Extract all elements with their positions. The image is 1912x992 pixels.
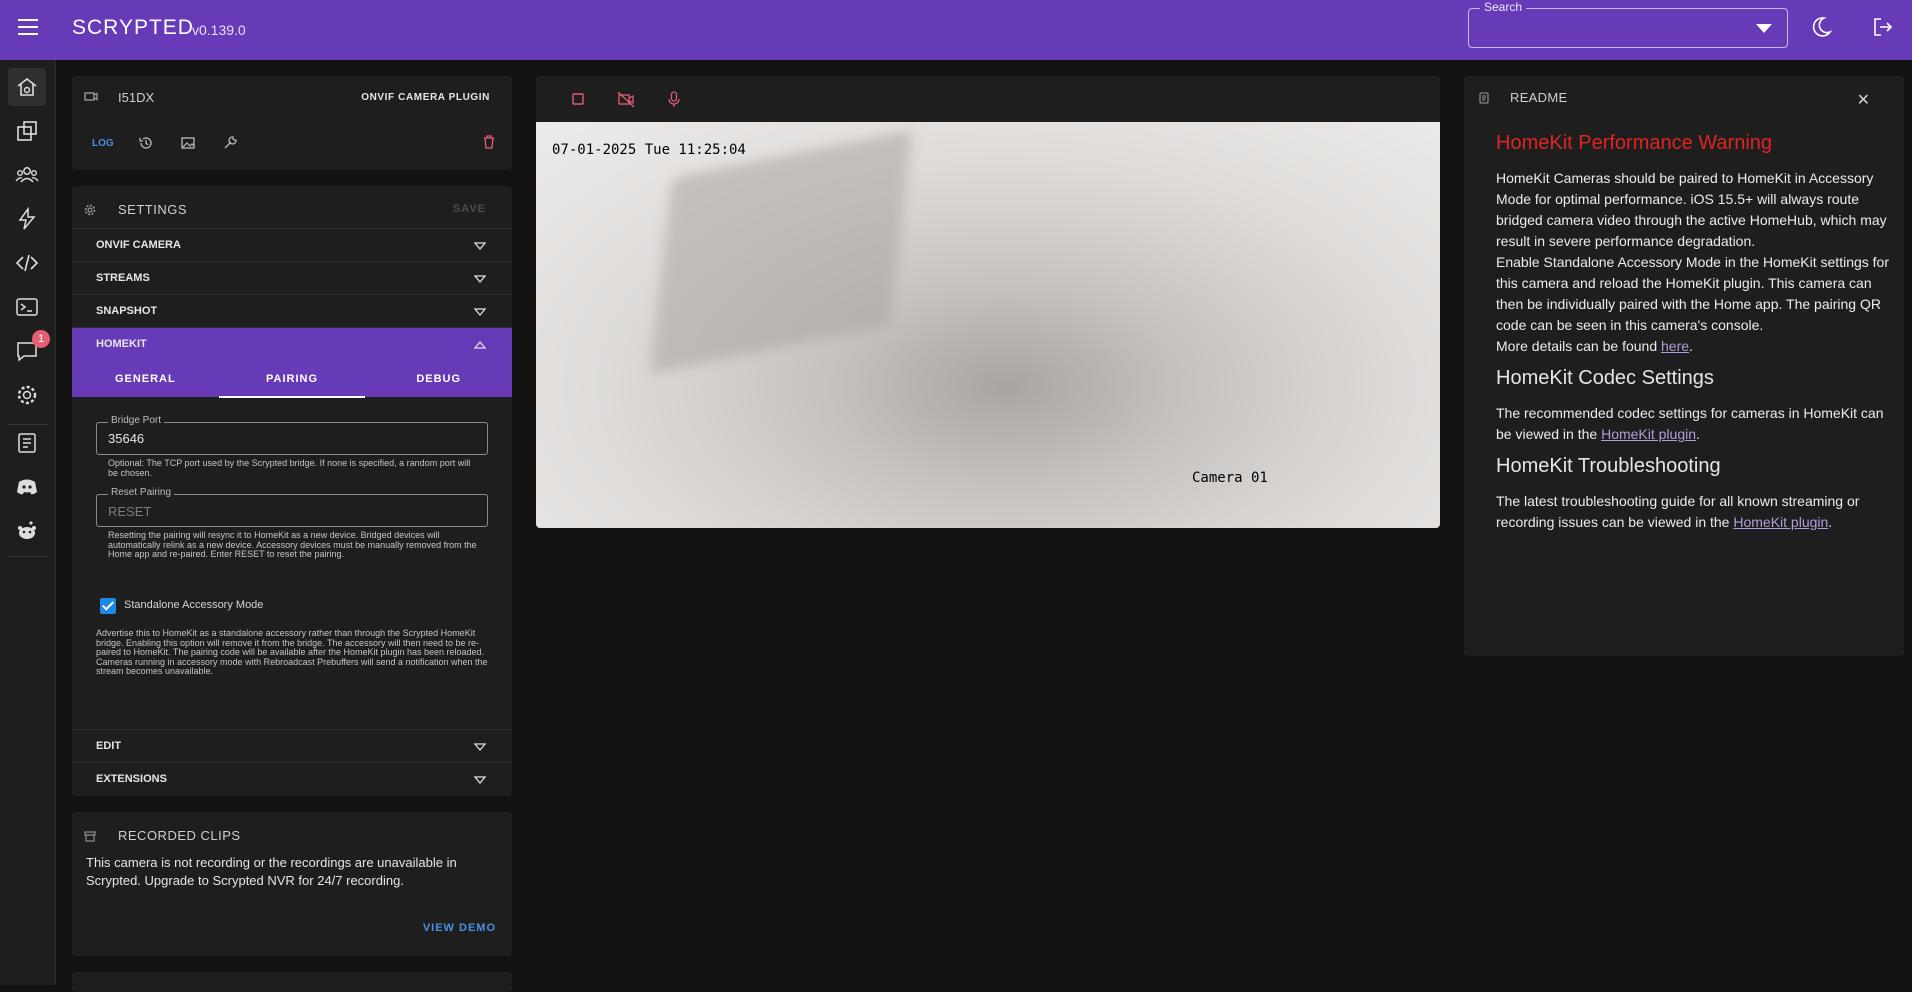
- bridge-port-help: Optional: The TCP port used by the Scryp…: [108, 458, 471, 478]
- microphone-icon[interactable]: [664, 89, 684, 109]
- video-timestamp: 07-01-2025 Tue 11:25:04: [552, 142, 746, 158]
- section-onvif-camera[interactable]: ONVIF CAMERA: [72, 228, 512, 261]
- close-icon[interactable]: ✕: [1857, 90, 1870, 110]
- next-card: [72, 972, 512, 992]
- chevron-down-icon: [474, 308, 486, 317]
- camera-icon: [84, 92, 98, 101]
- history-icon[interactable]: [138, 135, 154, 151]
- devices-icon[interactable]: [8, 68, 46, 106]
- homekit-tabs: GENERAL PAIRING DEBUG: [72, 361, 512, 398]
- moon-icon[interactable]: [1812, 16, 1832, 38]
- app-version: v0.139.0: [192, 22, 246, 38]
- camera-off-icon[interactable]: [616, 89, 636, 109]
- chevron-up-icon: [474, 340, 486, 349]
- app-title[interactable]: SCRYPTED: [72, 16, 194, 40]
- homekit-plugin-link[interactable]: HomeKit plugin: [1601, 426, 1696, 442]
- video-toolbar: [536, 76, 1440, 122]
- readme-card: README ✕ HomeKit Performance Warning Hom…: [1464, 76, 1904, 656]
- clips-title: RECORDED CLIPS: [118, 828, 241, 843]
- view-demo-button[interactable]: VIEW DEMO: [423, 922, 496, 934]
- log-button[interactable]: LOG: [92, 138, 114, 149]
- section-label: HOMEKIT: [96, 338, 147, 350]
- delete-icon[interactable]: [482, 134, 496, 150]
- here-link[interactable]: here: [1661, 338, 1689, 354]
- standalone-label[interactable]: Standalone Accessory Mode: [124, 599, 263, 611]
- homekit-plugin-link[interactable]: HomeKit plugin: [1733, 514, 1828, 530]
- tab-general[interactable]: GENERAL: [72, 361, 219, 398]
- reset-pairing-label: Reset Pairing: [108, 487, 175, 498]
- warning-heading: HomeKit Performance Warning: [1496, 132, 1773, 154]
- scripts-icon[interactable]: [8, 244, 46, 282]
- terminal-icon[interactable]: [8, 288, 46, 326]
- side-navigation: 1: [0, 60, 56, 985]
- section-extensions[interactable]: EXTENSIONS: [72, 762, 512, 795]
- reddit-icon[interactable]: [8, 512, 46, 550]
- settings-title: SETTINGS: [118, 202, 188, 217]
- chevron-down-icon: [474, 242, 486, 251]
- readme-icon: [1479, 92, 1489, 104]
- codec-paragraph: The recommended codec settings for camer…: [1496, 405, 1884, 442]
- video-camera-label: Camera 01: [1192, 470, 1268, 486]
- chevron-down-icon: [474, 776, 486, 785]
- tab-pairing[interactable]: PAIRING: [218, 361, 366, 398]
- section-snapshot[interactable]: SNAPSHOT: [72, 294, 512, 327]
- tab-debug[interactable]: DEBUG: [365, 361, 512, 398]
- warning-paragraph-2: Enable Standalone Accessory Mode in the …: [1496, 254, 1889, 333]
- discord-icon[interactable]: [8, 468, 46, 506]
- section-label: EXTENSIONS: [96, 773, 167, 785]
- clips-text: This camera is not recording or the reco…: [86, 855, 457, 888]
- logout-icon[interactable]: [1872, 16, 1894, 38]
- troubleshooting-paragraph: The latest troubleshooting guide for all…: [1496, 493, 1860, 530]
- device-name: I51DX: [118, 90, 155, 105]
- codec-heading: HomeKit Codec Settings: [1496, 367, 1714, 389]
- reset-pairing-help: Resetting the pairing will resync it to …: [108, 530, 477, 559]
- section-label: SNAPSHOT: [96, 305, 158, 317]
- chevron-down-icon: [474, 743, 486, 752]
- users-icon[interactable]: [8, 156, 46, 194]
- gear-icon: [84, 204, 96, 216]
- section-edit[interactable]: EDIT: [72, 729, 512, 762]
- section-label: STREAMS: [96, 272, 150, 284]
- bridge-port-value: 35646: [108, 431, 145, 446]
- device-header-card: I51DX ONVIF CAMERA PLUGIN LOG: [72, 76, 512, 170]
- warning-paragraph-1: HomeKit Cameras should be paired to Home…: [1496, 170, 1887, 249]
- search-input[interactable]: [1468, 8, 1788, 48]
- search-dropdown-icon[interactable]: [1756, 24, 1772, 33]
- docs-icon[interactable]: [8, 424, 46, 462]
- image-icon[interactable]: [180, 135, 196, 151]
- troubleshooting-heading: HomeKit Troubleshooting: [1496, 455, 1721, 477]
- warning-paragraph-3: More details can be found here.: [1496, 338, 1693, 354]
- standalone-checkbox[interactable]: [100, 598, 116, 614]
- chevron-down-icon: [474, 275, 486, 284]
- section-streams[interactable]: STREAMS: [72, 261, 512, 294]
- section-label: ONVIF CAMERA: [96, 239, 181, 251]
- settings-icon[interactable]: [8, 376, 46, 414]
- search-label: Search: [1480, 0, 1527, 14]
- device-plugin-link[interactable]: ONVIF CAMERA PLUGIN: [361, 92, 490, 103]
- wrench-icon[interactable]: [222, 135, 238, 151]
- bridge-port-label: Bridge Port: [108, 415, 165, 426]
- alerts-badge: 1: [32, 330, 50, 348]
- top-app-bar: SCRYPTED v0.139.0 Search: [0, 0, 1912, 60]
- camera-stream[interactable]: 07-01-2025 Tue 11:25:04 Camera 01: [536, 122, 1440, 528]
- archive-icon: [84, 831, 96, 842]
- settings-card: SETTINGS SAVE ONVIF CAMERA STREAMS SNAPS…: [72, 186, 512, 796]
- automation-icon[interactable]: [8, 200, 46, 238]
- reset-pairing-field[interactable]: [96, 494, 488, 527]
- plugins-icon[interactable]: [8, 112, 46, 150]
- recorded-clips-card: RECORDED CLIPS This camera is not record…: [72, 812, 512, 956]
- section-label: EDIT: [96, 740, 122, 752]
- alerts-icon[interactable]: 1: [8, 330, 50, 370]
- standalone-description: Advertise this to HomeKit as a standalon…: [96, 628, 488, 676]
- bridge-port-field[interactable]: [96, 422, 488, 455]
- stop-icon[interactable]: [568, 89, 588, 109]
- section-homekit[interactable]: HOMEKIT GENERAL PAIRING DEBUG: [72, 327, 512, 398]
- save-button[interactable]: SAVE: [453, 203, 486, 215]
- reset-pairing-placeholder: RESET: [108, 504, 152, 519]
- readme-title: README: [1510, 90, 1568, 105]
- menu-icon[interactable]: [18, 19, 38, 35]
